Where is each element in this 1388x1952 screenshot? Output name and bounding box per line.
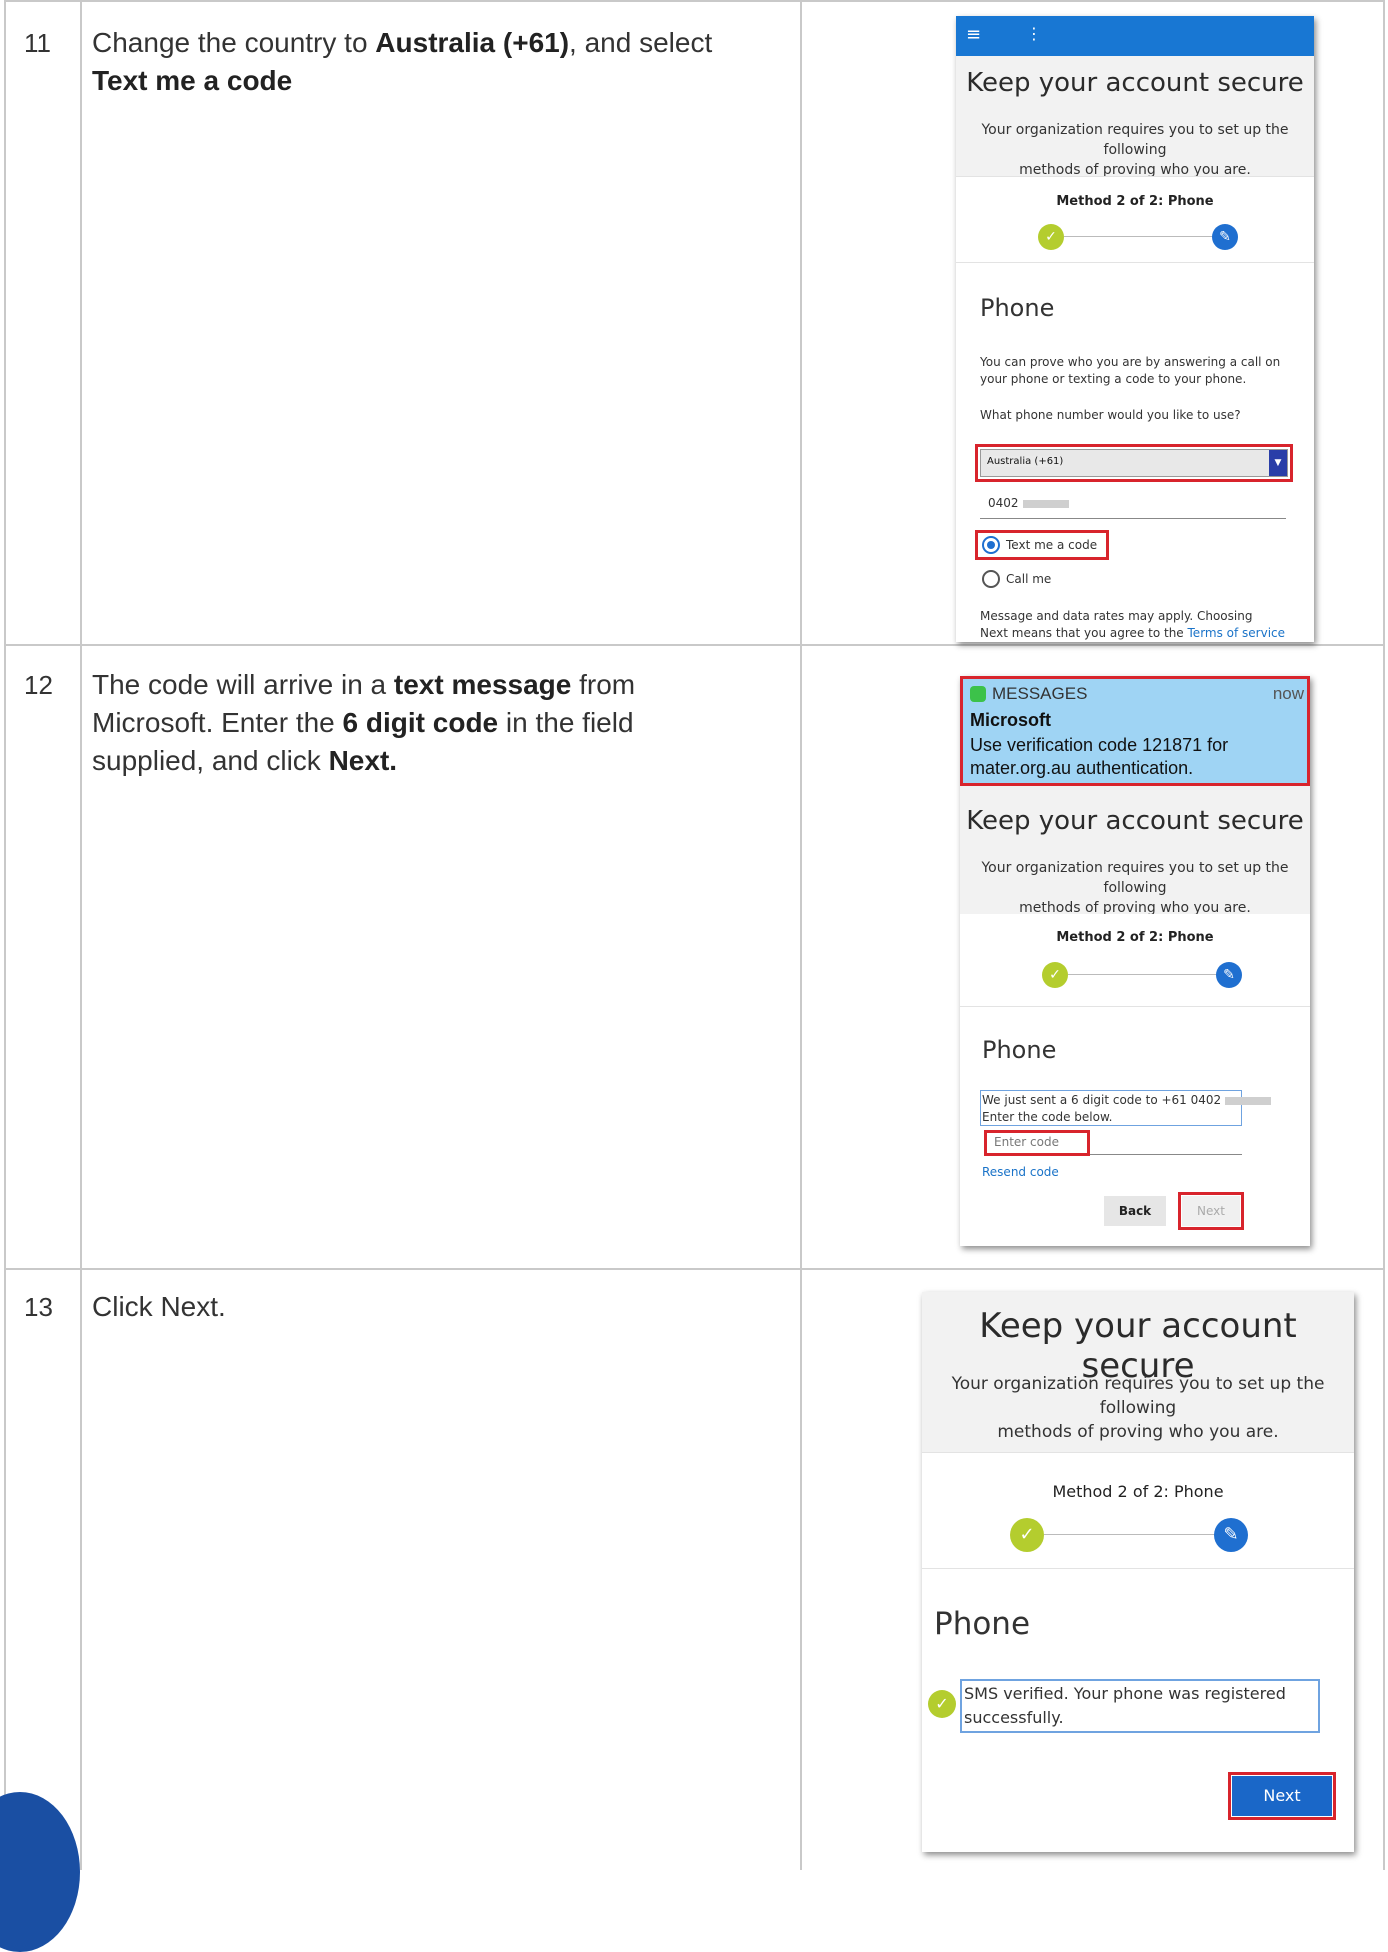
column-divider [80, 0, 82, 1870]
table-border-left [4, 0, 6, 1870]
highlight-box [984, 1130, 1090, 1156]
table-border-top [4, 0, 1385, 2]
method-label: Method 2 of 2: Phone [1056, 194, 1214, 209]
screenshot-step-12: MESSAGES now Microsoft Use verification … [960, 676, 1310, 1246]
sent-message: We just sent a 6 digit code to +61 0402 E… [982, 1092, 1272, 1126]
redacted-number [1022, 499, 1069, 508]
step-number: 13 [24, 1292, 53, 1322]
check-icon: ✓ [1038, 224, 1064, 250]
divider [922, 1568, 1354, 1569]
page-title: Keep your account secure [966, 68, 1304, 98]
step-instruction: Change the country to Australia (+61), a… [92, 27, 713, 96]
method-label: Method 2 of 2: Phone [1052, 1482, 1224, 1501]
progress-indicator: ✓ ✎ [1010, 1518, 1250, 1552]
table-border-right [1383, 0, 1385, 1870]
resend-code-link[interactable]: Resend code [982, 1164, 1059, 1181]
method-label: Method 2 of 2: Phone [1056, 930, 1214, 945]
progress-line [1064, 236, 1214, 237]
step-number: 12 [24, 670, 53, 700]
highlight-box [1178, 1192, 1244, 1230]
pencil-icon: ✎ [1214, 1518, 1248, 1552]
row-divider [4, 644, 1385, 646]
step-instruction: The code will arrive in a text message f… [92, 669, 636, 776]
pencil-icon: ✎ [1216, 962, 1242, 988]
hamburger-menu-icon[interactable]: ≡ [966, 24, 981, 45]
progress-indicator: ✓ ✎ [1038, 224, 1238, 250]
subtitle: Your organization requires you to set up… [951, 1374, 1325, 1442]
subtitle: Your organization requires you to set up… [981, 122, 1289, 178]
section-heading: Phone [934, 1606, 1031, 1642]
radio-label: Call me [1006, 572, 1052, 586]
section-heading: Phone [982, 1036, 1057, 1064]
more-options-icon[interactable]: ⋮ [1026, 24, 1042, 43]
back-button[interactable]: Back [1104, 1196, 1166, 1226]
progress-line [1068, 974, 1218, 975]
row-divider [4, 1268, 1385, 1270]
highlight-box [1228, 1772, 1336, 1820]
check-icon: ✓ [1042, 962, 1068, 988]
page-title: Keep your account secure [966, 806, 1304, 836]
phone-number-field[interactable]: 0402 [988, 495, 1069, 512]
subtitle: Your organization requires you to set up… [981, 860, 1289, 916]
pencil-icon: ✎ [1212, 224, 1238, 250]
divider [960, 1006, 1310, 1007]
question: What phone number would you like to use? [980, 408, 1241, 422]
progress-indicator: ✓ ✎ [1042, 962, 1242, 988]
divider [922, 1452, 1354, 1453]
footer-text: Message and data rates may apply. Choosi… [980, 609, 1286, 640]
step-number: 11 [24, 28, 51, 58]
terms-link[interactable]: Terms of service [1188, 626, 1286, 640]
verified-message: SMS verified. Your phone was registered s… [964, 1684, 1286, 1727]
description: You can prove who you are by answering a… [980, 355, 1281, 386]
progress-line [1044, 1534, 1216, 1535]
field-underline [980, 518, 1286, 519]
app-bar: ≡ ⋮ [956, 16, 1314, 56]
check-icon: ✓ [1010, 1518, 1044, 1552]
screenshot-step-13: Keep your account secure Your organizati… [922, 1292, 1354, 1852]
step-instruction: Click Next. [92, 1291, 226, 1322]
highlight-box [975, 530, 1109, 560]
success-icon: ✓ [928, 1690, 956, 1718]
column-divider [800, 0, 802, 1870]
highlight-box [975, 444, 1293, 482]
screenshot-step-11: ≡ ⋮ Keep your account secure Your organi… [956, 16, 1314, 642]
section-heading: Phone [980, 294, 1055, 322]
divider [956, 262, 1314, 263]
highlight-box [960, 676, 1310, 786]
radio-call-me[interactable] [982, 570, 1000, 588]
